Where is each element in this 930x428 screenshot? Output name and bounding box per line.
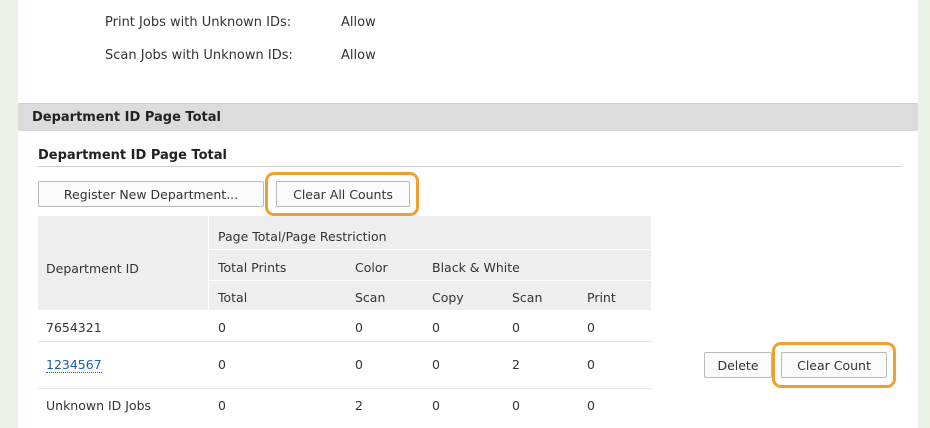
row-scan: 0 [512, 398, 520, 413]
setting-print-unknown: Print Jobs with Unknown IDs: Allow [105, 15, 376, 30]
row-scan: 2 [512, 357, 520, 372]
clear-count-button[interactable]: Clear Count [781, 352, 887, 378]
subheader-bw-scan: Scan [512, 290, 543, 305]
row-copy: 0 [432, 398, 440, 413]
row-copy: 0 [432, 357, 440, 372]
row-total: 0 [218, 398, 226, 413]
row-divider [38, 388, 652, 389]
row-print: 0 [587, 398, 595, 413]
setting-value: Allow [341, 48, 376, 63]
row-department-id-link[interactable]: 1234567 [46, 357, 102, 373]
setting-label: Print Jobs with Unknown IDs: [105, 15, 292, 30]
subheader-copy: Copy [432, 290, 464, 305]
section-header-bar: Department ID Page Total [18, 103, 918, 131]
row-department-id: Unknown ID Jobs [46, 398, 152, 413]
header-page-total-restriction: Page Total/Page Restriction [218, 229, 387, 244]
section-title: Department ID Page Total [32, 110, 221, 125]
row-print: 0 [587, 357, 595, 372]
subheader-color-scan: Scan [355, 290, 386, 305]
setting-scan-unknown: Scan Jobs with Unknown IDs: Allow [105, 48, 376, 63]
setting-value: Allow [341, 15, 376, 30]
row-color-scan: 0 [355, 357, 363, 372]
row-total: 0 [218, 357, 226, 372]
register-new-department-button[interactable]: Register New Department... [38, 181, 264, 207]
header-department-id: Department ID [46, 261, 139, 276]
setting-label: Scan Jobs with Unknown IDs: [105, 48, 293, 63]
clear-all-counts-button[interactable]: Clear All Counts [276, 181, 410, 207]
department-link[interactable]: 1234567 [46, 357, 102, 373]
row-total: 0 [218, 320, 226, 335]
header-color: Color [355, 260, 388, 275]
header-divider [209, 249, 651, 250]
subheader-total: Total [218, 290, 248, 305]
row-copy: 0 [432, 320, 440, 335]
column-divider [208, 216, 209, 310]
subsection-title: Department ID Page Total [38, 148, 227, 163]
delete-button[interactable]: Delete [704, 352, 772, 378]
row-divider [38, 341, 652, 342]
subheader-print: Print [587, 290, 616, 305]
row-print: 0 [587, 320, 595, 335]
row-department-id: 7654321 [46, 320, 102, 335]
header-black-white: Black & White [432, 260, 520, 275]
subsection-divider [38, 166, 902, 167]
header-divider [209, 280, 651, 281]
row-scan: 0 [512, 320, 520, 335]
column-divider [651, 216, 652, 310]
row-color-scan: 0 [355, 320, 363, 335]
row-color-scan: 2 [355, 398, 363, 413]
header-total-prints: Total Prints [218, 260, 287, 275]
